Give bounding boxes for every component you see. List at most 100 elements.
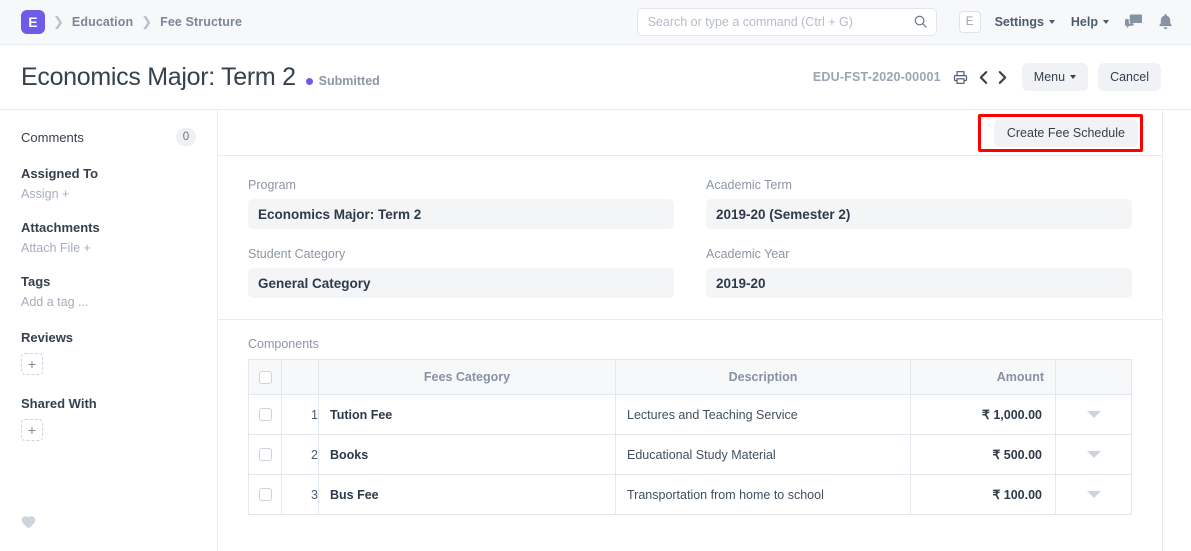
search-input[interactable] [638,9,936,35]
chat-icon[interactable] [1125,14,1142,30]
reviews-label: Reviews [21,330,196,345]
row-index: 2 [282,435,319,475]
status-label: Submitted [319,74,380,88]
table-row[interactable]: 3 Bus Fee Transportation from home to sc… [249,475,1132,515]
row-checkbox[interactable] [259,488,272,501]
sidebar-assigned-to: Assigned To Assign + [0,146,217,201]
add-share-button[interactable]: + [21,419,43,441]
components-table: Fees Category Description Amount [248,359,1132,515]
form-panel: Create Fee Schedule Program Economics Ma… [218,110,1163,551]
select-all-checkbox[interactable] [259,371,272,384]
fees-category-value: Bus Fee [319,488,615,502]
row-category-cell[interactable]: Tution Fee [319,395,616,435]
row-description-cell[interactable]: Transportation from home to school [616,475,911,515]
column-label: Description [616,370,910,384]
amount-value: ₹ 500.00 [911,447,1055,462]
row-category-cell[interactable]: Books [319,435,616,475]
table-header-row: Fees Category Description Amount [249,360,1132,395]
menu-label: Menu [1034,70,1065,84]
row-description-cell[interactable]: Educational Study Material [616,435,911,475]
help-label: Help [1071,15,1098,29]
field-program: Program Economics Major: Term 2 [248,178,674,229]
breadcrumb-fee-structure[interactable]: Fee Structure [160,15,242,29]
sidebar-attachments: Attachments Attach File + [0,201,217,255]
row-expand-cell [1056,395,1132,435]
app-window: E ❯ Education ❯ Fee Structure E Settings [0,0,1191,551]
comments-label: Comments [21,130,84,145]
top-navbar: E ❯ Education ❯ Fee Structure E Settings [0,0,1191,45]
fees-category-header: Fees Category [319,360,616,395]
create-fee-schedule-button[interactable]: Create Fee Schedule [994,119,1138,147]
amount-value: ₹ 100.00 [911,487,1055,502]
navbar-right-group: E Settings Help [637,8,1191,36]
search-icon[interactable] [913,14,928,34]
components-label: Components [248,337,1132,351]
page-body: Comments 0 Assigned To Assign + Attachme… [0,110,1191,551]
table-row[interactable]: 1 Tution Fee Lectures and Teaching Servi… [249,395,1132,435]
row-amount-cell[interactable]: ₹ 100.00 [911,475,1056,515]
row-amount-cell[interactable]: ₹ 1,000.00 [911,395,1056,435]
heart-icon[interactable] [21,515,36,534]
status-dot-icon [306,78,313,85]
printer-icon[interactable] [953,70,968,85]
table-row[interactable]: 2 Books Educational Study Material ₹ 500… [249,435,1132,475]
attach-file-button[interactable]: Attach File + [21,241,196,255]
row-expand-cell [1056,475,1132,515]
breadcrumb-separator-icon: ❯ [141,14,152,30]
academic-year-value[interactable]: 2019-20 [706,268,1132,298]
document-id: EDU-FST-2020-00001 [813,70,941,84]
next-document-button[interactable] [993,70,1012,85]
app-logo[interactable]: E [21,10,45,34]
row-amount-cell[interactable]: ₹ 500.00 [911,435,1056,475]
menu-button[interactable]: Menu [1022,63,1088,91]
previous-document-button[interactable] [974,70,993,85]
page-title: Economics Major: Term 2 [21,63,296,92]
fees-category-value: Books [319,448,615,462]
form-fields: Program Economics Major: Term 2 Student … [218,156,1162,316]
assigned-to-label: Assigned To [21,166,196,181]
academic-term-value[interactable]: 2019-20 (Semester 2) [706,199,1132,229]
student-category-value[interactable]: General Category [248,268,674,298]
sidebar-reviews: Reviews + [0,309,217,375]
add-review-button[interactable]: + [21,353,43,375]
avatar[interactable]: E [959,11,981,33]
row-description-cell[interactable]: Lectures and Teaching Service [616,395,911,435]
search-box[interactable] [637,8,937,36]
chevron-down-icon[interactable] [1087,411,1101,418]
tags-label: Tags [21,274,196,289]
column-label: Amount [911,370,1055,384]
form-toolbar: Create Fee Schedule [218,110,1162,156]
chevron-down-icon[interactable] [1087,491,1101,498]
row-select-cell [249,435,282,475]
row-select-cell [249,395,282,435]
actions-header [1056,360,1132,395]
cancel-button[interactable]: Cancel [1098,63,1161,91]
add-tag-input[interactable]: Add a tag ... [21,295,196,309]
row-select-cell [249,475,282,515]
row-category-cell[interactable]: Bus Fee [319,475,616,515]
settings-menu[interactable]: Settings [995,15,1055,29]
program-value[interactable]: Economics Major: Term 2 [248,199,674,229]
bell-icon[interactable] [1158,14,1173,30]
column-label: Fees Category [319,370,615,384]
breadcrumb-education[interactable]: Education [72,15,133,29]
row-checkbox[interactable] [259,448,272,461]
status-badge[interactable]: Submitted [306,74,380,88]
field-label: Student Category [248,247,674,261]
shared-with-label: Shared With [21,396,196,411]
chevron-down-icon[interactable] [1087,451,1101,458]
field-academic-year: Academic Year 2019-20 [706,247,1132,298]
row-checkbox[interactable] [259,408,272,421]
settings-label: Settings [995,15,1044,29]
help-menu[interactable]: Help [1071,15,1109,29]
breadcrumb-separator-icon: ❯ [53,14,64,30]
chevron-down-icon [1049,20,1055,24]
field-student-category: Student Category General Category [248,247,674,298]
row-index: 1 [282,395,319,435]
table-header: Fees Category Description Amount [249,360,1132,395]
sidebar-comments[interactable]: Comments 0 [0,110,217,146]
assign-button[interactable]: Assign + [21,187,196,201]
field-label: Academic Year [706,247,1132,261]
title-group: Economics Major: Term 2 Submitted [0,63,380,92]
description-value: Educational Study Material [616,448,910,462]
